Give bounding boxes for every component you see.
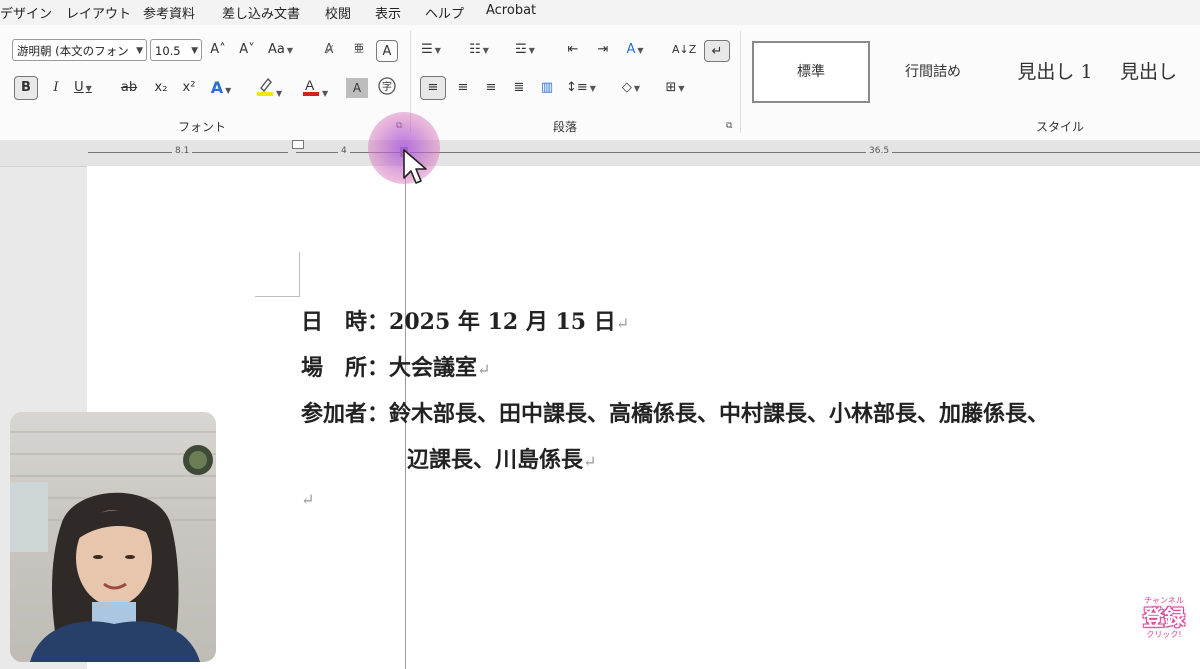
underline-button[interactable]: U ▼ <box>72 76 94 100</box>
character-shading-icon[interactable]: A <box>346 78 368 98</box>
chevron-down-icon: ▼ <box>136 46 143 56</box>
align-center-icon[interactable]: ≡ <box>452 76 474 100</box>
tab-layout[interactable]: レイアウト <box>66 3 131 22</box>
increase-indent-icon[interactable]: ⇥ <box>592 38 614 62</box>
label-place: 場 所： <box>301 355 390 381</box>
phonetic-guide-icon[interactable]: 亜 <box>348 38 370 62</box>
font-size-value: 10.5 <box>155 44 181 58</box>
chevron-down-icon: ▼ <box>322 89 329 98</box>
ruler-text-area <box>410 152 1200 153</box>
tab-mailings[interactable]: 差し込み文書 <box>222 3 300 22</box>
subscribe-top-text: チャンネル <box>1144 596 1184 605</box>
align-right-icon[interactable]: ≡ <box>480 76 502 100</box>
tab-acrobat[interactable]: Acrobat <box>486 3 536 18</box>
tab-references[interactable]: 参考資料 <box>143 3 195 22</box>
strikethrough-button[interactable]: ab <box>118 76 140 100</box>
change-case-label: Aa <box>268 42 285 57</box>
font-color-button[interactable]: A ▼ <box>302 76 328 100</box>
enclose-circle-icon: 字 <box>378 77 396 95</box>
svg-text:字: 字 <box>382 80 392 93</box>
value-attendees-cont: 辺課長、川島係長 <box>407 447 584 473</box>
align-left-icon[interactable]: ≡ <box>420 76 446 100</box>
menu-bar: デザイン レイアウト 参考資料 差し込み文書 校閲 表示 ヘルプ Acrobat <box>0 0 1200 25</box>
enclose-characters-icon[interactable]: 字 <box>376 76 398 100</box>
style-heading-2[interactable]: 見出し <box>1120 41 1200 103</box>
doc-line-date[interactable]: 日 時：2025 年 12 月 15 日↵ <box>301 304 629 336</box>
text-effects-icon[interactable]: A ▼ <box>210 76 232 100</box>
font-size-combo[interactable]: 10.5 ▼ <box>150 39 202 61</box>
chevron-down-icon: ▼ <box>191 46 198 56</box>
font-name-value: 游明朝 (本文のフォン <box>17 44 129 58</box>
doc-line-attendees[interactable]: 参加者：鈴木部長、田中課長、高橋係長、中村課長、小林部長、加藤係長、 <box>301 396 1049 428</box>
value-place: 大会議室 <box>389 355 478 381</box>
bold-button[interactable]: B <box>14 76 38 100</box>
style-normal[interactable]: 標準 <box>752 41 870 103</box>
doc-line-place[interactable]: 場 所：大会議室↵ <box>301 350 490 382</box>
change-case-button[interactable]: Aa ▼ <box>268 38 293 62</box>
borders-icon[interactable]: ⊞ ▼ <box>664 76 686 100</box>
presenter-image <box>10 431 216 662</box>
paragraph-group-label: 段落 <box>553 120 578 134</box>
ribbon: 游明朝 (本文のフォン ▼ 10.5 ▼ A˄ A˅ Aa ▼ A̷ 亜 A B … <box>0 25 1200 141</box>
label-date: 日 時： <box>301 309 390 335</box>
paragraph-mark: ↵ <box>477 360 491 379</box>
value-attendees: 鈴木部長、田中課長、高橋係長、中村課長、小林部長、加藤係長、 <box>389 401 1050 427</box>
paragraph-mark: ↵ <box>583 452 597 471</box>
tab-review[interactable]: 校閲 <box>325 3 351 22</box>
paragraph-dialog-launcher-icon[interactable]: ⧉ <box>726 121 736 131</box>
multilevel-list-icon[interactable]: ☲ ▼ <box>514 38 536 62</box>
justify-icon[interactable]: ≣ <box>508 76 530 100</box>
underline-label: U <box>74 80 84 95</box>
tab-view[interactable]: 表示 <box>375 3 401 22</box>
font-name-combo[interactable]: 游明朝 (本文のフォン ▼ <box>12 39 147 61</box>
label-attendees: 参加者： <box>301 401 390 427</box>
style-heading-1[interactable]: 見出し 1 <box>996 41 1114 103</box>
clear-formatting-icon[interactable]: A̷ <box>318 38 340 62</box>
value-date: 2025 年 12 月 15 日 <box>389 309 616 335</box>
numbering-icon[interactable]: ☷ ▼ <box>468 38 490 62</box>
subscribe-bottom-text: クリック! <box>1146 630 1182 639</box>
ruler-indent-label: 4 <box>338 146 350 156</box>
grow-font-button[interactable]: A˄ <box>207 38 229 62</box>
doc-line-attendees-cont[interactable]: 辺課長、川島係長↵ <box>407 442 596 474</box>
paragraph-mark: ↵ <box>615 314 630 333</box>
shrink-font-button[interactable]: A˅ <box>236 38 258 62</box>
chevron-down-icon: ▼ <box>85 84 92 93</box>
font-group-label: フォント <box>178 120 227 134</box>
italic-button[interactable]: I <box>45 76 67 100</box>
styles-group-label: スタイル <box>1036 120 1085 134</box>
show-formatting-marks-icon[interactable]: ↵ <box>704 40 730 62</box>
first-line-indent-marker[interactable] <box>292 140 304 149</box>
chevron-down-icon: ▼ <box>276 89 283 98</box>
character-border-icon[interactable]: A <box>376 40 398 62</box>
font-color-icon: A <box>303 77 319 96</box>
tab-design[interactable]: デザイン <box>0 3 52 22</box>
group-divider <box>740 31 741 133</box>
bullets-icon[interactable]: ☰ ▼ <box>420 38 442 62</box>
shading-icon[interactable]: ◇ ▼ <box>620 76 642 100</box>
highlight-color-button[interactable]: ▼ <box>256 76 282 100</box>
decrease-indent-icon[interactable]: ⇤ <box>562 38 584 62</box>
subscribe-main-text: 登録 <box>1143 606 1185 630</box>
asian-layout-icon[interactable]: A ▼ <box>624 38 646 62</box>
line-spacing-icon[interactable]: ↕≡ ▼ <box>566 76 596 100</box>
document-page[interactable]: 日 時：2025 年 12 月 15 日↵ 場 所：大会議室↵ 参加者：鈴木部長… <box>87 166 1200 669</box>
ruler-left-label: 8.1 <box>172 146 193 156</box>
mouse-pointer-icon <box>403 149 427 184</box>
tab-help[interactable]: ヘルプ <box>425 3 464 22</box>
horizontal-ruler[interactable]: 8.1 4 36.5 <box>0 140 1200 167</box>
style-no-spacing[interactable]: 行間詰め <box>878 41 988 103</box>
presenter-webcam <box>10 412 216 662</box>
chevron-down-icon: ▼ <box>286 46 294 55</box>
distributed-icon[interactable]: ▥ <box>536 76 558 100</box>
superscript-button[interactable]: x² <box>178 76 200 100</box>
subscribe-badge[interactable]: チャンネル 登録 クリック! <box>1136 596 1192 652</box>
highlighter-icon <box>257 77 273 96</box>
margin-corner-mark <box>255 252 300 297</box>
empty-paragraph-mark: ↵ <box>301 490 315 509</box>
subscript-button[interactable]: x₂ <box>150 76 172 100</box>
sort-icon[interactable]: A↓Z <box>672 38 696 62</box>
ruler-right-label: 36.5 <box>866 146 893 156</box>
svg-text:A: A <box>305 77 315 93</box>
